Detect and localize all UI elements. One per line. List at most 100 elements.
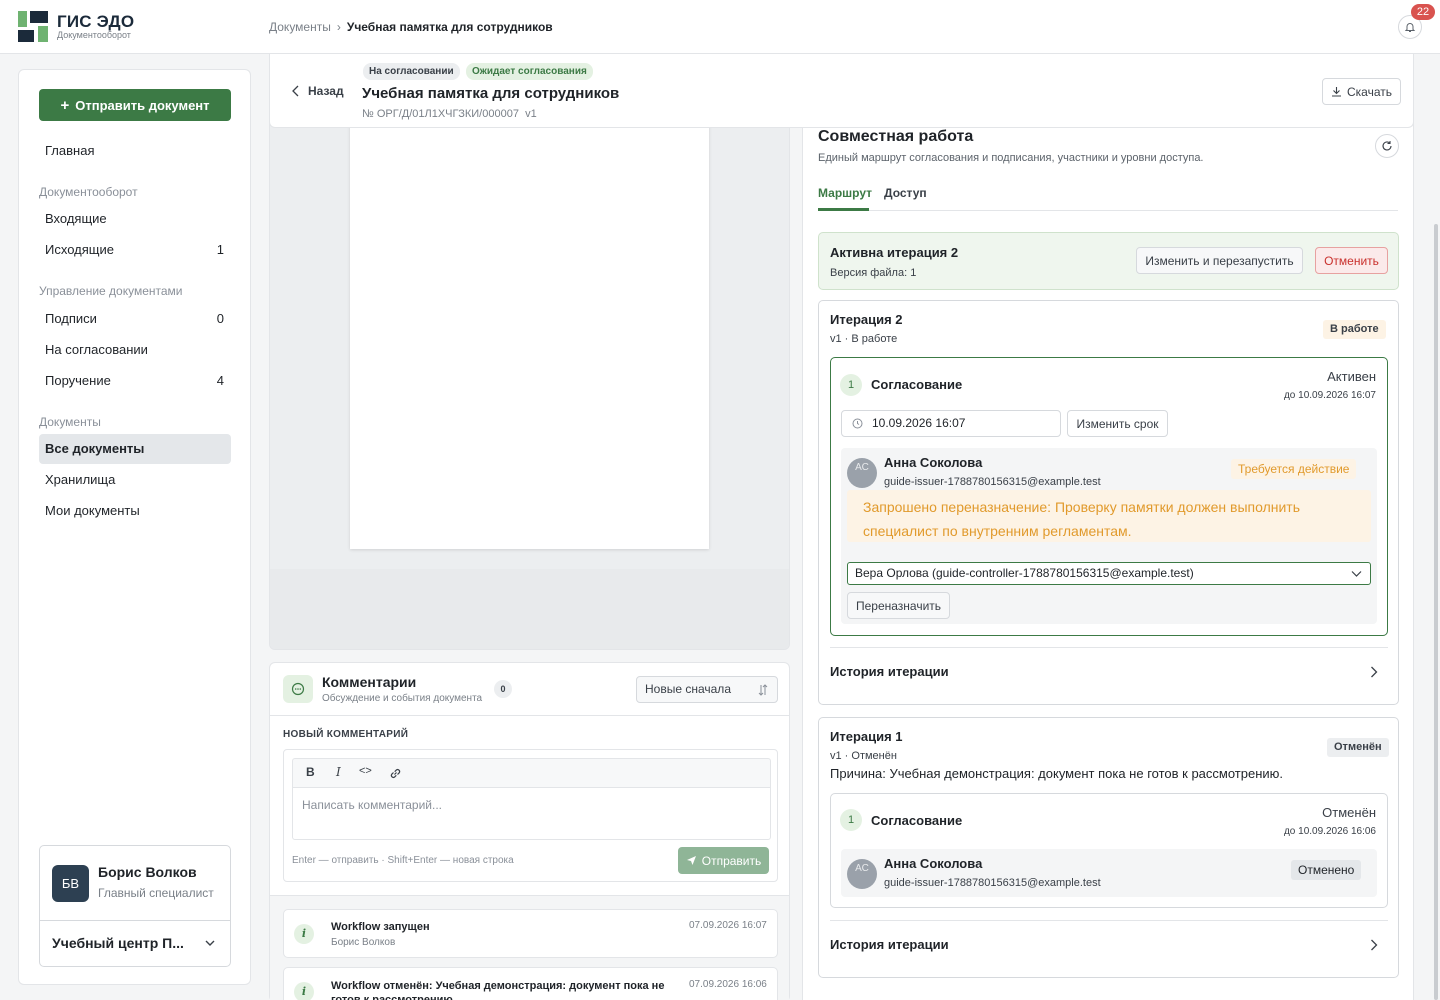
sidebar-item-count: 0 <box>216 311 224 326</box>
download-button[interactable]: Скачать <box>1322 78 1401 105</box>
status-badge: Отменён <box>1327 738 1389 757</box>
top-bar: ГИС ЭДО Документооборот Документы › Учебна… <box>0 0 1440 54</box>
iteration-history-toggle[interactable]: История итерации <box>830 647 1388 696</box>
chevron-left-icon <box>292 85 299 97</box>
edit-restart-button[interactable]: Изменить и перезапустить <box>1136 247 1303 274</box>
event-title: Workflow запущен <box>331 921 430 933</box>
bold-button[interactable]: B <box>306 765 315 779</box>
breadcrumb-current: Учебная памятка для сотрудников <box>346 20 553 34</box>
sidebar-item-storages[interactable]: Хранилища <box>39 465 231 495</box>
comments-divider <box>270 715 789 716</box>
app-logo[interactable] <box>18 11 48 42</box>
avatar: АС <box>847 859 877 889</box>
avatar[interactable]: БВ <box>52 865 89 902</box>
send-icon <box>686 856 696 865</box>
comments-subtitle: Обсуждение и события документа <box>322 693 483 704</box>
events-list: i Workflow запущен Борис Волков 07.09.20… <box>270 895 789 1000</box>
chevron-right-icon <box>1371 666 1378 678</box>
sidebar-item-label: Все документы <box>45 441 145 456</box>
collaboration-panel: Совместная работа Единый маршрут согласо… <box>802 110 1414 1000</box>
sidebar-section-title: Документооборот <box>39 185 138 199</box>
status-badge: В работе <box>1323 320 1386 339</box>
italic-button[interactable]: I <box>336 765 341 779</box>
sidebar-item-label: Исходящие <box>45 242 114 257</box>
editor-toolbar: B I <> <box>292 758 771 787</box>
status-badge: Отменено <box>1291 860 1362 880</box>
comment-input[interactable]: Написать комментарий... <box>292 787 771 840</box>
sidebar-item-all-documents[interactable]: Все документы <box>39 434 231 464</box>
chevron-right-icon <box>1371 939 1378 951</box>
reassign-select-value: Вера Орлова (guide-controller-1788780156… <box>855 566 1194 580</box>
comments-count-badge: 0 <box>494 680 512 698</box>
user-name: Борис Волков <box>98 864 197 880</box>
stage-due-date: до 10.09.2026 16:07 <box>1283 390 1376 401</box>
info-icon: i <box>294 982 314 1000</box>
event-author: Борис Волков <box>331 937 396 948</box>
sidebar-section-title: Управление документами <box>39 284 183 298</box>
code-button[interactable]: <> <box>359 765 372 777</box>
iteration-history-toggle[interactable]: История итерации <box>830 920 1388 969</box>
document-viewer[interactable] <box>269 110 790 650</box>
change-due-button[interactable]: Изменить срок <box>1067 410 1168 437</box>
refresh-button[interactable] <box>1375 134 1399 158</box>
participant-email: guide-issuer-1788780156315@example.test <box>884 877 1101 889</box>
tab-route[interactable]: Маршрут <box>818 186 872 200</box>
scrollbar[interactable] <box>1434 224 1438 1000</box>
due-date-value: 10.09.2026 16:07 <box>872 416 966 430</box>
send-document-button[interactable]: + Отправить документ <box>39 89 231 121</box>
event-date: 07.09.2026 16:06 <box>689 979 767 990</box>
sidebar-item-approval[interactable]: На согласовании <box>39 335 231 365</box>
sidebar-item-label: Подписи <box>45 311 97 326</box>
reassign-request-note: Запрошено переназначение: Проверку памят… <box>847 490 1371 542</box>
breadcrumb-root[interactable]: Документы <box>269 20 331 34</box>
tabs-divider <box>818 210 1398 211</box>
stage-number: 1 <box>840 374 862 396</box>
sidebar-item-label: Хранилища <box>45 472 116 487</box>
stage-status: Активен <box>1327 369 1376 384</box>
chevron-down-icon[interactable] <box>204 937 216 949</box>
breadcrumb: Документы › Учебная памятка для сотруднико… <box>269 20 553 34</box>
comments-sort-select[interactable]: Новые сначала <box>636 676 778 703</box>
avatar: АС <box>847 458 877 488</box>
document-version: v1 <box>525 108 537 120</box>
sidebar-item-count: 1 <box>216 242 224 257</box>
breadcrumb-separator: › <box>336 20 341 34</box>
user-card-divider <box>40 920 230 921</box>
history-label: История итерации <box>830 664 949 679</box>
stage-card: 1 Согласование Отменён до 10.09.2026 16:… <box>830 793 1388 908</box>
sidebar-item-assignment[interactable]: Поручение 4 <box>39 366 231 396</box>
cancel-workflow-button[interactable]: Отменить <box>1315 247 1388 274</box>
link-icon[interactable] <box>388 766 403 781</box>
status-badge: Требуется действие <box>1231 459 1357 479</box>
back-label: Назад <box>308 84 344 98</box>
organization-switcher[interactable]: Учебный центр П... <box>52 935 192 951</box>
status-badge: На согласовании <box>363 63 460 80</box>
document-header: Назад На согласовании Ожидает согласован… <box>269 54 1414 128</box>
comments-sort-value: Новые сначала <box>645 682 731 696</box>
iteration-subtitle: v1 · Отменён <box>830 750 897 762</box>
participant-card: АС Анна Соколова guide-issuer-1788780156… <box>841 849 1377 897</box>
reassign-button[interactable]: Переназначить <box>847 592 950 619</box>
reassign-select[interactable]: Вера Орлова (guide-controller-1788780156… <box>847 562 1371 585</box>
iteration-card: Итерация 1 v1 · Отменён Причина: Учебная… <box>818 717 1399 978</box>
active-tab-indicator <box>818 208 869 211</box>
sidebar-item-signatures[interactable]: Подписи 0 <box>39 304 231 334</box>
send-comment-button[interactable]: Отправить <box>678 847 769 874</box>
sort-icon <box>758 684 768 696</box>
collaboration-title: Совместная работа <box>818 128 974 145</box>
sidebar-item-my-documents[interactable]: Мои документы <box>39 496 231 526</box>
chat-icon <box>291 682 305 696</box>
back-button[interactable]: Назад <box>292 84 344 98</box>
sidebar-item-outgoing[interactable]: Исходящие 1 <box>39 235 231 265</box>
collaboration-subtitle: Единый маршрут согласования и подписания… <box>818 152 1204 164</box>
sidebar-item-label: Мои документы <box>45 503 140 518</box>
iteration-subtitle: v1 · В работе <box>830 333 898 345</box>
chevron-down-icon <box>1351 571 1362 577</box>
file-version: Версия файла: 1 <box>830 267 917 279</box>
sidebar-item-incoming[interactable]: Входящие <box>39 204 231 234</box>
tab-access[interactable]: Доступ <box>884 186 927 200</box>
clock-icon <box>852 418 863 429</box>
sidebar-item-home[interactable]: Главная <box>39 136 231 166</box>
due-date-input[interactable]: 10.09.2026 16:07 <box>841 410 1061 437</box>
participant-email: guide-issuer-1788780156315@example.test <box>884 476 1101 488</box>
